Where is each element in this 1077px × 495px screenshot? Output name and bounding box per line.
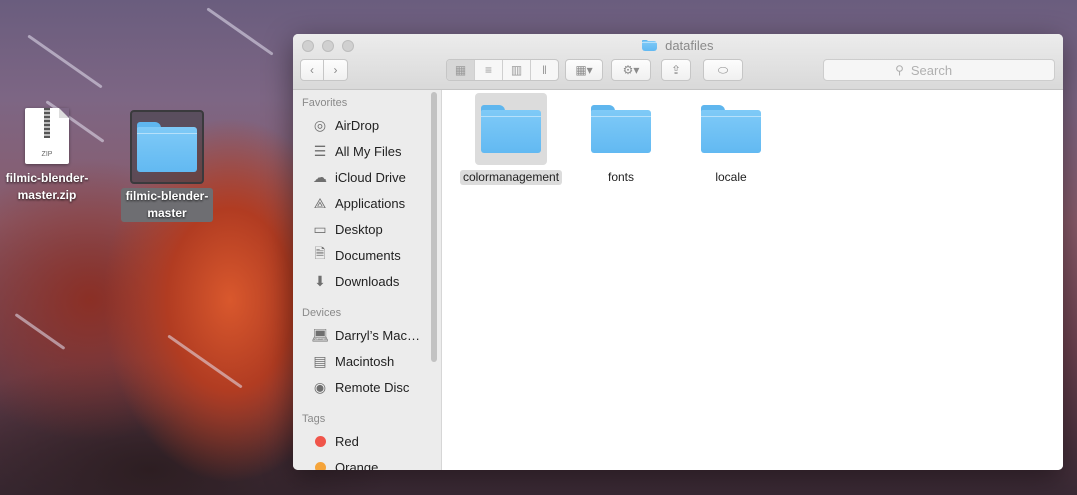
wallpaper-detail [27,34,103,89]
sidebar-scrollbar[interactable] [431,92,437,362]
disc-icon: ◉ [313,378,327,395]
folder-label: colormanagement [459,170,563,185]
cover-flow-icon: ‖ [542,63,547,77]
sidebar-item-label: Red [335,433,359,449]
orange-tag-icon [314,461,326,470]
folder-item[interactable]: colormanagement [456,93,566,186]
download-icon: ⬇ [314,272,326,289]
sidebar: Favorites ◎ AirDrop ☰ All My Files ☁ iCl… [293,90,442,470]
sidebar-item-label: All My Files [335,143,402,159]
hard-drive-icon: ▤ [313,352,327,369]
gear-icon: ⚙▾ [622,63,640,77]
tags-button[interactable]: ⬭ [703,59,743,81]
forward-button[interactable]: › [324,59,348,81]
sidebar-item-icloud-drive[interactable]: ☁ iCloud Drive [293,164,441,190]
airdrop-icon: ◎ [313,116,327,133]
chevron-left-icon: ‹ [310,63,314,77]
tag-dot-wrap [311,459,329,470]
desktop-zip-file[interactable]: ZIP filmic-blender-master.zip [0,108,102,204]
sidebar-item-label: Darryl’s Mac… [335,327,420,343]
folder-item[interactable]: fonts [566,93,676,186]
sidebar-item-label: Documents [335,247,401,263]
sidebar-item-airdrop[interactable]: ◎ AirDrop [293,112,441,138]
document-icon: 🗎 [314,245,326,261]
sidebar-item-documents[interactable]: 🗎 Documents [293,242,441,268]
laptop-icon: 💻︎ [311,326,329,343]
folder-thumb [695,93,767,165]
share-button[interactable]: ⇪ [661,59,691,81]
titlebar: datafiles ‹ › ▦ ≡ ▥ ‖ ▦▾ ⚙▾ ⇪ ⬭ ⚲ [293,34,1063,90]
wallpaper-detail [14,313,66,350]
sidebar-item-applications[interactable]: ⟁ Applications [293,190,441,216]
sidebar-item-tag-red[interactable]: Red [293,428,441,454]
folder-label: locale [715,170,747,184]
desktop-folder[interactable]: filmic-blender-master [112,110,222,222]
finder-window: datafiles ‹ › ▦ ≡ ▥ ‖ ▦▾ ⚙▾ ⇪ ⬭ ⚲ Favori… [293,34,1063,470]
devices-header: Devices [302,307,342,319]
arrange-icon: ▦▾ [575,63,593,77]
folder-icon [701,105,761,153]
folder-icon [130,110,204,184]
chevron-right-icon: › [333,63,338,77]
arrange-button[interactable]: ▦▾ [565,59,603,81]
cover-flow-button[interactable]: ‖ [531,60,558,80]
sidebar-item-label: iCloud Drive [335,169,406,185]
sidebar-item-label: AirDrop [335,117,380,133]
sidebar-item-tag-orange[interactable]: Orange [293,454,441,470]
folder-thumb [585,93,657,165]
sidebar-item-label: Downloads [335,273,400,289]
folder-label: fonts [607,170,634,184]
search-icon: ⚲ [895,63,904,77]
folder-thumb [475,93,547,165]
applications-icon: ⟁ [313,194,327,211]
back-button[interactable]: ‹ [300,59,324,81]
tag-icon: ⬭ [717,62,729,77]
sidebar-item-macintosh[interactable]: ▤ Macintosh [293,348,441,374]
folder-item[interactable]: locale [676,93,786,186]
grid-icon: ▦ [454,63,467,77]
tag-dot-wrap [311,433,329,449]
list-icon: ≡ [484,63,492,77]
all-my-files-icon: ☰ [313,142,327,159]
sidebar-item-remote-disc[interactable]: ◉ Remote Disc [293,374,441,400]
folder-icon [642,40,658,51]
zip-badge: ZIP [41,151,53,158]
icon-view-button[interactable]: ▦ [447,60,475,80]
column-view-button[interactable]: ▥ [503,60,531,80]
sidebar-item-darryls-mac[interactable]: 💻︎ Darryl’s Mac… [293,322,441,348]
favorites-header: Favorites [302,97,348,109]
sidebar-item-downloads[interactable]: ⬇ Downloads [293,268,441,294]
list-view-button[interactable]: ≡ [475,60,503,80]
window-title-text: datafiles [665,38,714,53]
search-input[interactable] [908,61,983,79]
folder-icon [481,105,541,153]
sidebar-item-label: Orange [335,459,379,471]
red-tag-icon [314,435,326,447]
tags-header: Tags [302,413,326,425]
view-mode-control: ▦ ≡ ▥ ‖ [446,59,559,81]
sidebar-item-label: Remote Disc [335,379,410,395]
sidebar-item-desktop[interactable]: ▭ Desktop [293,216,441,242]
file-area: colormanagement fonts locale [442,90,1063,470]
cloud-icon: ☁ [313,168,327,185]
zip-file-icon: ZIP [25,108,69,164]
window-title: datafiles [293,38,1063,53]
desktop-folder-label: filmic-blender-master [121,188,213,222]
sidebar-item-label: Desktop [335,221,383,237]
wallpaper-detail [167,334,243,389]
sidebar-item-all-my-files[interactable]: ☰ All My Files [293,138,441,164]
desktop-zip-label: filmic-blender-master.zip [5,171,89,202]
share-icon: ⇪ [670,63,682,77]
columns-icon: ▥ [510,63,523,77]
desktop-icon: ▭ [313,220,327,237]
folder-icon [591,105,651,153]
action-button[interactable]: ⚙▾ [611,59,651,81]
wallpaper-detail [206,7,274,56]
search-field[interactable]: ⚲ [823,59,1055,81]
sidebar-item-label: Macintosh [335,353,395,369]
sidebar-item-label: Applications [335,195,406,211]
